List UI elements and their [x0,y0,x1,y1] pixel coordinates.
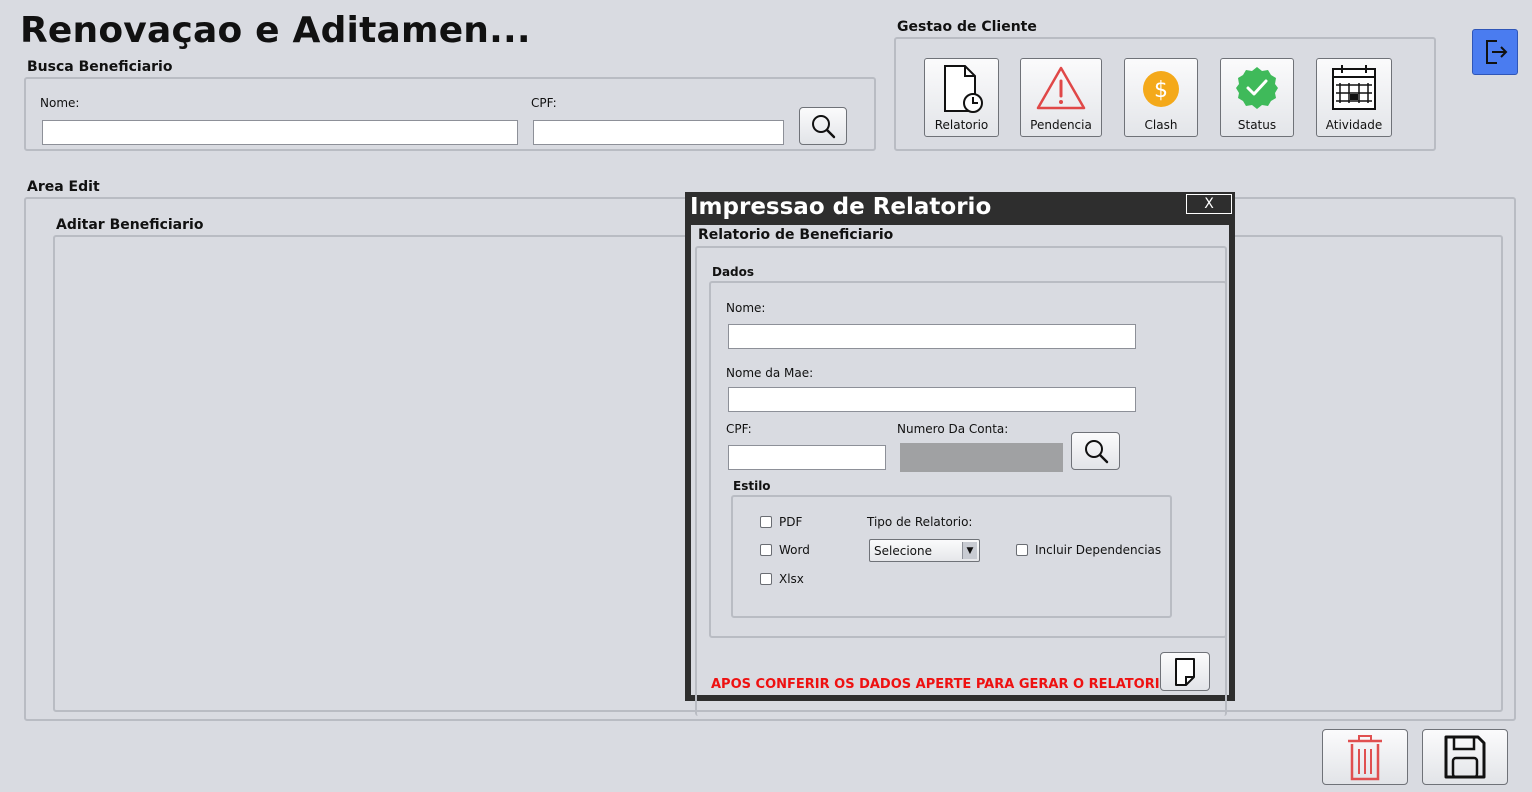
dialog-close-button[interactable]: X [1186,194,1232,214]
pendencia-label: Pendencia [1030,118,1092,132]
dollar-coin-icon: $ [1143,71,1179,107]
logout-icon [1486,40,1508,64]
cpf-input[interactable] [533,120,784,145]
pdf-checkbox[interactable] [760,516,772,528]
floppy-disk-icon [1444,735,1486,779]
relatorio-button[interactable]: Relatorio [924,58,999,137]
tipo-label: Tipo de Relatorio: [867,515,973,529]
aditar-label: Aditar Beneficiario [56,217,204,233]
atividade-label: Atividade [1325,118,1383,132]
trash-icon [1348,735,1382,781]
dialog-cpf-input[interactable] [728,445,886,470]
area-edit-label: Area Edit [27,179,100,195]
incluir-checkbox[interactable] [1016,544,1028,556]
search-icon [812,115,836,139]
warning-icon [1036,66,1086,110]
dados-label: Dados [712,265,755,279]
mae-input[interactable] [728,387,1136,412]
atividade-button[interactable]: Atividade [1316,58,1392,137]
status-button[interactable]: Status [1220,58,1294,137]
generate-report-button[interactable] [1160,652,1210,691]
svg-text:$: $ [1154,78,1168,103]
busca-group: Nome: CPF: [24,77,876,151]
save-button[interactable] [1422,729,1508,785]
dialog-body: Relatorio de Beneficiario Dados Nome: No… [691,225,1229,716]
estilo-group: PDF Word Xlsx Tipo de Relatorio: Selecio… [731,495,1172,618]
delete-button[interactable] [1322,729,1408,785]
warning-text: APOS CONFERIR OS DADOS APERTE PARA GERAR… [711,677,1176,692]
pdf-label: PDF [779,515,803,529]
logout-button[interactable] [1472,29,1518,75]
gestao-label: Gestao de Cliente [897,19,1037,35]
document-icon [1175,657,1195,686]
cpf-label: CPF: [531,96,557,110]
word-checkbox[interactable] [760,544,772,556]
dialog-search-button[interactable] [1071,432,1120,470]
search-icon [1084,440,1108,464]
tipo-selected: Selecione [874,544,932,558]
dialog-title: Impressao de Relatorio [690,194,992,220]
xlsx-checkbox[interactable] [760,573,772,585]
incluir-label: Incluir Dependencias [1035,543,1162,557]
estilo-label: Estilo [733,479,771,493]
xlsx-label: Xlsx [779,572,804,586]
relatorio-beneficiario-label: Relatorio de Beneficiario [698,227,894,243]
conta-field [900,443,1063,472]
calendar-icon [1332,65,1376,110]
clash-button[interactable]: $ Clash [1124,58,1198,137]
busca-label: Busca Beneficiario [27,59,173,75]
pendencia-button[interactable]: Pendencia [1020,58,1102,137]
dialog-nome-label: Nome: [726,301,766,315]
clash-label: Clash [1144,118,1178,132]
tipo-select[interactable]: Selecione ▼ [869,539,980,562]
word-label: Word [779,543,810,557]
mae-label: Nome da Mae: [726,366,814,380]
status-label: Status [1237,118,1277,132]
nome-input[interactable] [42,120,518,145]
chevron-down-icon: ▼ [962,542,977,559]
report-dialog: Impressao de Relatorio X Relatorio de Be… [685,192,1235,716]
report-document-icon [943,65,983,113]
dialog-nome-input[interactable] [728,324,1136,349]
gestao-group: Relatorio Pendencia $ Clash Status Ativi… [894,37,1436,151]
relatorio-label: Relatorio [934,118,989,132]
dialog-cpf-label: CPF: [726,422,752,436]
page-title: Renovaçao e Aditamen... [20,10,531,51]
search-button[interactable] [799,107,847,145]
check-badge-icon [1236,67,1278,109]
conta-label: Numero Da Conta: [897,422,1009,436]
dados-group: Nome: Nome da Mae: CPF: Numero Da Conta:… [709,281,1227,638]
nome-label: Nome: [40,96,80,110]
